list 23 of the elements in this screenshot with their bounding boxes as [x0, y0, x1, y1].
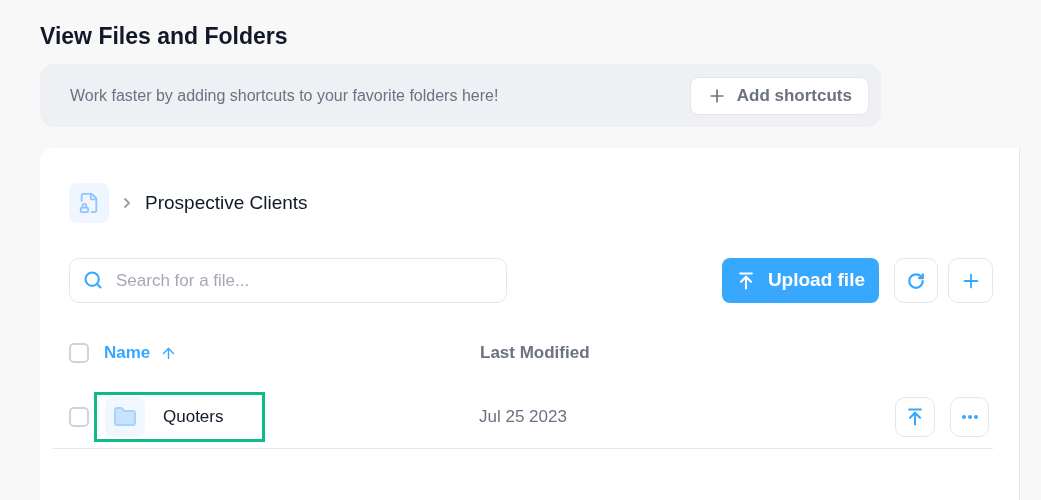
folder-name-cell[interactable]: Quoters: [94, 391, 265, 442]
file-lock-icon: [69, 183, 109, 223]
modified-date: Jul 25 2023: [479, 405, 568, 428]
checkbox[interactable]: [69, 343, 89, 363]
column-header[interactable]: Last Modified: [480, 340, 590, 366]
more-button[interactable]: [950, 396, 989, 437]
search-field[interactable]: Search for a file...: [69, 258, 507, 303]
search-icon: [83, 270, 103, 290]
refresh-button[interactable]: [894, 258, 938, 303]
upload-button[interactable]: [895, 396, 935, 437]
checkbox[interactable]: [69, 406, 89, 427]
page-title: View Files and Folders: [40, 22, 289, 50]
add-shortcuts-button[interactable]: Add shortcuts: [689, 76, 869, 115]
folder-name: Quoters: [163, 405, 224, 428]
column-header[interactable]: Name: [104, 340, 480, 366]
upload-file-button[interactable]: Upload file: [721, 258, 879, 303]
breadcrumb-current[interactable]: Prospective Clients: [145, 188, 308, 218]
refresh-icon: [907, 271, 925, 290]
folder-icon: [105, 396, 145, 437]
upload-icon: [905, 406, 925, 427]
add-button[interactable]: [948, 258, 993, 303]
shortcuts-message: Work faster by adding shortcuts to your favorite folders here!: [70, 85, 499, 106]
more-icon: [961, 414, 978, 419]
